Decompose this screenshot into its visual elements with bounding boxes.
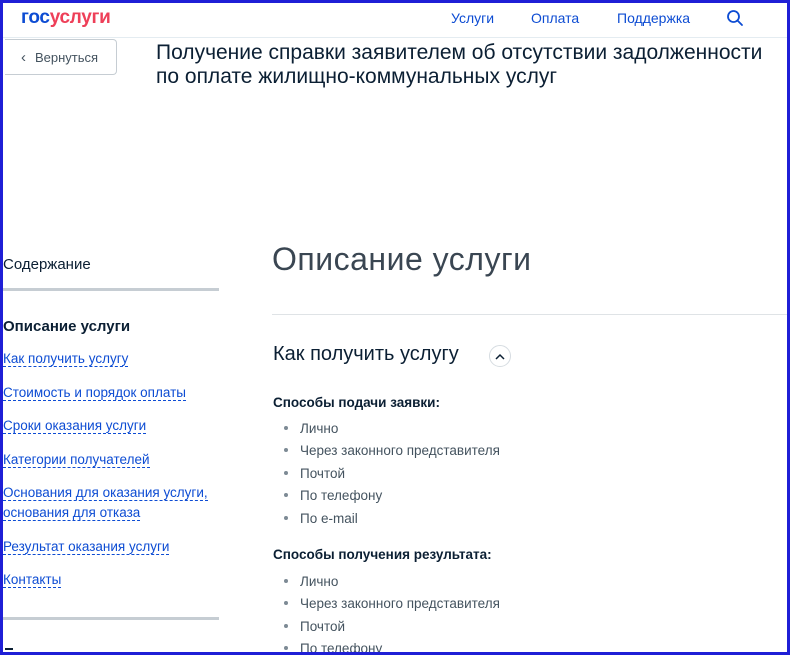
sidebar-link-how-to-get[interactable]: Как получить услугу <box>3 349 129 369</box>
list-item-text: Через законного представителя <box>300 596 500 611</box>
bullet <box>284 426 288 431</box>
collapse-toggle[interactable] <box>489 345 511 367</box>
sidebar-link-label: основания для отказа <box>3 505 141 521</box>
list-item: Через законного представителя <box>284 443 500 458</box>
gosuslugi-logo[interactable]: госуслуги <box>21 7 111 29</box>
sidebar-heading: Содержание <box>3 256 91 273</box>
sidebar-link-label: Основания для оказания услуги, <box>3 485 208 501</box>
sidebar-link-label: Контакты <box>3 572 62 588</box>
subsection-title: Как получить услугу <box>273 343 459 365</box>
page-title-line-1: Получение справки заявителем об отсутств… <box>156 41 763 64</box>
search-icon[interactable] <box>726 9 744 27</box>
result-methods-title: Способы получения результата: <box>273 547 492 562</box>
sidebar-link-result[interactable]: Результат оказания услуги <box>3 537 170 557</box>
sidebar-divider-top <box>3 288 219 291</box>
sidebar-link-cost[interactable]: Стоимость и порядок оплаты <box>3 383 186 403</box>
list-item-text: Почтой <box>300 619 346 634</box>
list-item-text: По телефону <box>300 641 383 652</box>
submit-methods-title: Способы подачи заявки: <box>273 395 440 410</box>
bullet <box>284 516 288 521</box>
bullet <box>284 471 288 476</box>
list-item-text: Через законного представителя <box>300 443 500 458</box>
sidebar-link-categories[interactable]: Категории получателей <box>3 450 150 470</box>
list-item: По e-mail <box>284 511 358 526</box>
back-button[interactable]: ‹ Вернуться <box>5 39 117 75</box>
list-item: По телефону <box>284 488 382 503</box>
bullet <box>284 493 288 498</box>
list-item: Почтой <box>284 619 345 634</box>
nav-link-payment[interactable]: Оплата <box>531 10 579 26</box>
sidebar-divider-bottom <box>3 617 219 620</box>
sidebar-link-label: Как получить услугу <box>3 351 129 367</box>
list-item: Лично <box>284 574 338 589</box>
chevron-left-icon: ‹ <box>21 48 26 66</box>
nav-link-services[interactable]: Услуги <box>451 10 494 26</box>
list-item: Лично <box>284 421 338 436</box>
page-title: Получение справки заявителем об отсутств… <box>156 41 762 89</box>
main-divider <box>272 314 787 315</box>
sidebar-link-grounds[interactable]: Основания для оказания услуги, основания… <box>3 483 208 523</box>
logo-part-gos: гос <box>21 7 50 28</box>
sidebar-partial-item <box>5 648 13 650</box>
nav-link-support[interactable]: Поддержка <box>617 10 690 26</box>
bullet <box>284 601 288 606</box>
sidebar-link-label: Категории получателей <box>3 452 150 468</box>
chevron-up-icon <box>495 353 505 360</box>
bullet <box>284 624 288 629</box>
sidebar-link-contacts[interactable]: Контакты <box>3 570 62 590</box>
bullet <box>284 646 288 651</box>
sidebar-link-label: Результат оказания услуги <box>3 539 170 555</box>
list-item-text: Лично <box>300 421 339 436</box>
list-item-text: По e-mail <box>300 511 358 526</box>
list-item: Почтой <box>284 466 345 481</box>
list-item: По телефону <box>284 641 382 652</box>
bullet <box>284 448 288 453</box>
page-title-line-2: по оплате жилищно-коммунальных услуг <box>156 65 557 88</box>
section-heading: Описание услуги <box>272 241 532 277</box>
bullet <box>284 579 288 584</box>
page: госуслуги Услуги Оплата Поддержка ‹ Верн… <box>3 3 787 652</box>
sidebar-link-label: Стоимость и порядок оплаты <box>3 385 186 401</box>
list-item-text: По телефону <box>300 488 383 503</box>
list-item-text: Почтой <box>300 466 346 481</box>
sidebar-item-description[interactable]: Описание услуги <box>3 318 130 335</box>
list-item-text: Лично <box>300 574 339 589</box>
logo-part-uslugi: услуги <box>49 7 111 28</box>
list-item: Через законного представителя <box>284 596 500 611</box>
sidebar-link-label: Сроки оказания услуги <box>3 418 147 434</box>
sidebar-link-terms[interactable]: Сроки оказания услуги <box>3 416 147 436</box>
back-button-label: Вернуться <box>35 49 99 65</box>
top-header: госуслуги Услуги Оплата Поддержка <box>3 3 787 38</box>
